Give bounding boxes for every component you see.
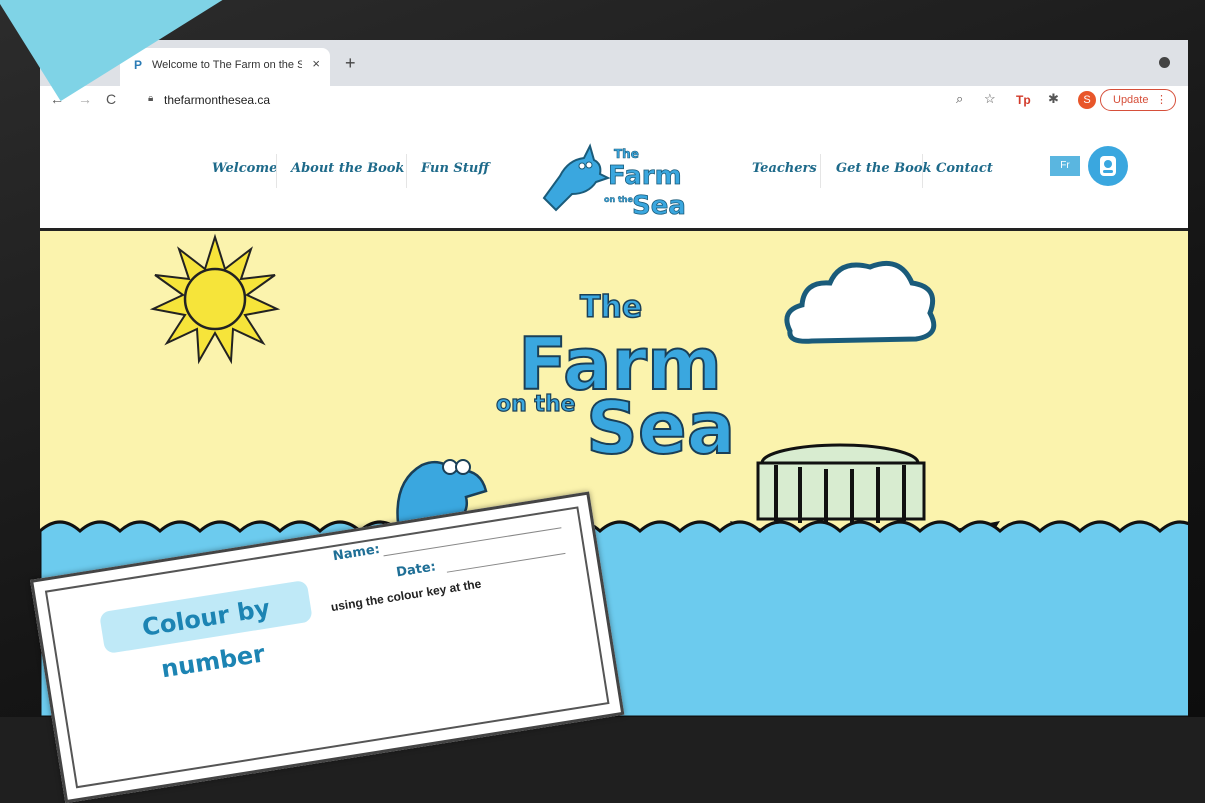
- logo-line2: Farm: [608, 161, 682, 191]
- nav-teachers[interactable]: Teachers: [752, 161, 817, 176]
- tab-close-icon[interactable]: ×: [312, 56, 320, 71]
- tab-strip: P Welcome to The Farm on the S × +: [40, 40, 1188, 86]
- account-button[interactable]: [1088, 146, 1128, 186]
- nav-welcome[interactable]: Welcome: [212, 161, 277, 176]
- logo-line3: on the: [604, 195, 633, 204]
- tp-extension-icon[interactable]: Tp: [1016, 93, 1031, 107]
- nav-about-the-book[interactable]: About the Book: [291, 161, 404, 176]
- more-icon: ⋮: [1156, 94, 1167, 106]
- logo-line4: Sea: [632, 191, 686, 218]
- logo-line1: The: [614, 147, 639, 161]
- nav-divider: [820, 154, 821, 188]
- extensions-puzzle-icon[interactable]: ✱: [1048, 91, 1059, 107]
- shark-logo-icon: The Farm on the Sea: [542, 143, 686, 221]
- address-bar-row: ← → C 🔒︎ thefarmonthesea.ca ⌕ ☆ Tp ✱ S U…: [40, 86, 1188, 117]
- user-icon: [1100, 156, 1116, 176]
- bookmark-star-icon[interactable]: ☆: [984, 91, 996, 107]
- nav-divider: [406, 154, 407, 188]
- profile-avatar[interactable]: S: [1078, 91, 1096, 109]
- tab-title: Welcome to The Farm on the S: [152, 59, 302, 71]
- zoom-icon[interactable]: ⌕: [956, 91, 963, 107]
- site-logo[interactable]: The Farm on the Sea: [538, 138, 688, 221]
- active-tab[interactable]: P Welcome to The Farm on the S ×: [120, 48, 330, 86]
- update-label: Update: [1113, 94, 1149, 106]
- new-tab-button[interactable]: +: [345, 53, 356, 74]
- site-header: Welcome About the Book Fun Stuff The Far…: [40, 116, 1188, 231]
- favicon-icon: P: [134, 58, 143, 72]
- hero-title-line1: The: [580, 290, 642, 325]
- cloud-icon: [784, 261, 937, 344]
- nav-get-the-book[interactable]: Get the Book: [836, 161, 932, 176]
- nav-contact[interactable]: Contact: [936, 161, 993, 176]
- browser-menu-icon[interactable]: [1159, 57, 1170, 68]
- hero-title: The Farm on the Sea: [495, 289, 736, 471]
- hero-title-line3: on the: [496, 392, 576, 417]
- url-field[interactable]: thefarmonthesea.ca: [164, 93, 270, 107]
- nav-divider: [922, 154, 923, 188]
- language-toggle-button[interactable]: Fr: [1050, 156, 1080, 176]
- nav-fun-stuff[interactable]: Fun Stuff: [421, 161, 489, 176]
- update-button[interactable]: Update ⋮: [1100, 89, 1176, 111]
- lock-icon: 🔒︎: [148, 93, 154, 104]
- reload-icon[interactable]: C: [106, 91, 116, 107]
- hero-title-line4: Sea: [586, 386, 735, 470]
- forward-icon[interactable]: →: [78, 91, 92, 107]
- sun-icon: [149, 233, 281, 365]
- nav-divider: [276, 154, 277, 188]
